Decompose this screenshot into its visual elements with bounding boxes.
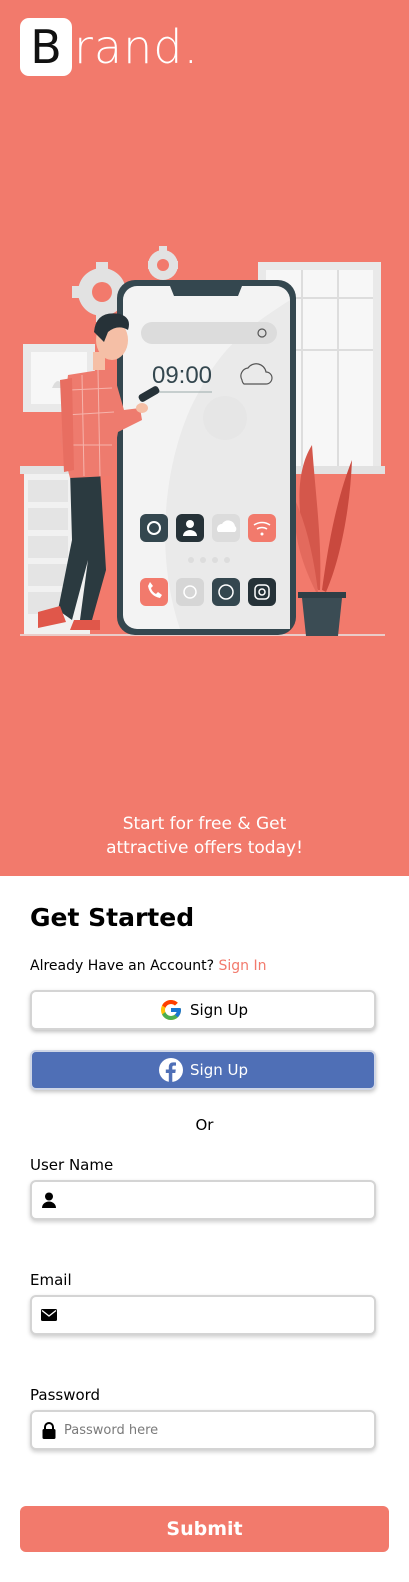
sign-in-link[interactable]: Sign In xyxy=(219,958,267,974)
username-label: User Name xyxy=(30,1156,114,1174)
brand-initial: B xyxy=(30,20,62,74)
brand-logo: B rand. xyxy=(20,18,199,76)
tagline-line-2: attractive offers today! xyxy=(106,838,303,858)
or-divider: Or xyxy=(195,1116,214,1134)
submit-button[interactable]: Submit xyxy=(20,1506,389,1552)
google-sign-up-button[interactable]: Sign Up xyxy=(30,990,376,1030)
hero-tagline: Start for free & Get attractive offers t… xyxy=(0,812,409,860)
phone-illustration: 09:00 xyxy=(117,280,296,635)
password-field[interactable] xyxy=(30,1410,376,1450)
hero-banner: B rand. 09:00 Start for free & Get attra… xyxy=(0,0,409,876)
hero-illustration: 09:00 xyxy=(20,246,385,636)
phone-clock: 09:00 xyxy=(152,362,212,389)
gear-illustration-small xyxy=(148,246,178,280)
username-field[interactable] xyxy=(30,1180,376,1220)
tagline-line-1: Start for free & Get xyxy=(122,814,287,834)
brand-name: rand. xyxy=(74,20,200,74)
google-icon xyxy=(158,997,184,1023)
sign-in-prompt: Already Have an Account? Sign In xyxy=(30,958,267,974)
page-title: Get Started xyxy=(30,903,195,932)
brand-logo-box: B xyxy=(20,18,72,76)
username-input[interactable] xyxy=(64,1182,374,1218)
facebook-sign-up-label: Sign Up xyxy=(190,1061,248,1079)
facebook-icon xyxy=(158,1057,184,1083)
password-input[interactable] xyxy=(64,1412,374,1448)
email-label: Email xyxy=(30,1271,72,1289)
password-label: Password xyxy=(30,1386,101,1404)
email-field[interactable] xyxy=(30,1295,376,1335)
lock-icon xyxy=(34,1412,64,1448)
email-input[interactable] xyxy=(64,1297,374,1333)
facebook-sign-up-button[interactable]: Sign Up xyxy=(30,1050,376,1090)
already-account-text: Already Have an Account? xyxy=(30,958,215,974)
user-icon xyxy=(34,1182,64,1218)
envelope-icon xyxy=(34,1297,64,1333)
google-sign-up-label: Sign Up xyxy=(190,1001,248,1019)
